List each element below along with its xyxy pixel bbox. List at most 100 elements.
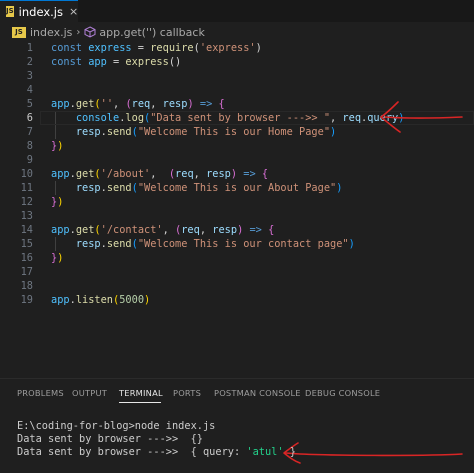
code-line[interactable]: 11 resp.send("Welcome This is our About …: [0, 181, 474, 195]
line-number: 5: [26, 98, 33, 110]
breadcrumb-file[interactable]: index.js: [30, 26, 72, 39]
code-line[interactable]: 3: [0, 69, 474, 83]
code-text: }): [51, 251, 63, 265]
code-token: get: [75, 168, 95, 180]
code-line[interactable]: 12}): [0, 195, 474, 209]
code-token: resp: [212, 224, 238, 236]
line-number: 15: [20, 238, 33, 250]
line-number: 12: [20, 196, 33, 208]
code-token: resp: [75, 182, 101, 194]
code-line[interactable]: 17: [0, 265, 474, 279]
line-number: 14: [20, 224, 33, 236]
code-token: resp: [206, 168, 231, 180]
line-number: 3: [26, 70, 33, 82]
code-token: =>: [243, 224, 269, 236]
tab-terminal[interactable]: TERMINAL: [119, 388, 163, 398]
code-token: '': [100, 98, 114, 110]
code-token: =>: [237, 168, 262, 180]
code-token: {: [218, 98, 225, 110]
close-icon[interactable]: ×: [69, 5, 78, 18]
code-text: console.log("Data sent by browser --->> …: [51, 111, 405, 125]
code-token: =>: [193, 98, 219, 110]
line-number: 19: [20, 294, 33, 306]
javascript-file-icon: JS: [6, 6, 14, 17]
terminal-command-line: E:\coding-for-blog>node index.js: [17, 420, 216, 432]
code-line[interactable]: 1 const express = require('express'): [0, 41, 474, 55]
line-number: 7: [26, 126, 33, 138]
code-token: send: [106, 238, 132, 250]
code-token: ): [348, 238, 355, 250]
code-token: get: [75, 224, 95, 236]
code-line[interactable]: 9: [0, 153, 474, 167]
code-line[interactable]: 4: [0, 83, 474, 97]
code-token: app: [51, 294, 70, 306]
terminal-output[interactable]: E:\coding-for-blog>node index.js Data se…: [17, 420, 296, 459]
line-number: 17: [20, 266, 33, 278]
active-tab-underline: [119, 402, 161, 403]
code-token: ): [398, 112, 405, 124]
code-token: app: [51, 168, 70, 180]
code-line[interactable]: 6 console.log("Data sent by browser --->…: [0, 111, 474, 125]
code-line[interactable]: 8}): [0, 139, 474, 153]
code-line[interactable]: 5 app.get('', (req, resp) => {: [0, 97, 474, 111]
code-token: ,: [150, 98, 163, 110]
tab-problems[interactable]: PROBLEMS: [17, 388, 64, 398]
code-line[interactable]: 18: [0, 279, 474, 293]
code-text: app.get('', (req, resp) => {: [51, 97, 225, 111]
line-number: 6: [26, 112, 33, 124]
code-text: const app = express(): [51, 55, 181, 69]
code-token: 5000: [119, 294, 145, 306]
code-token: send: [106, 182, 132, 194]
code-token: {: [261, 168, 269, 180]
line-number: 9: [26, 154, 33, 166]
code-text: app.get('/contact', (req, resp) => {: [51, 223, 274, 237]
tab-debug-console[interactable]: DEBUG CONSOLE: [305, 388, 380, 398]
code-line[interactable]: 16}): [0, 251, 474, 265]
code-line[interactable]: 2 const app = express(): [0, 55, 474, 69]
code-token: req: [131, 98, 151, 110]
tab-postman-console[interactable]: POSTMAN CONSOLE: [214, 388, 301, 398]
tab-output[interactable]: OUTPUT: [72, 388, 107, 398]
tab-ports[interactable]: PORTS: [173, 388, 201, 398]
code-line[interactable]: 14 app.get('/contact', (req, resp) => {: [0, 223, 474, 237]
code-line[interactable]: 10 app.get('/about', (req, resp) => {: [0, 167, 474, 181]
code-line[interactable]: 15 resp.send("Welcome This is our contac…: [0, 237, 474, 251]
line-number: 1: [26, 42, 33, 54]
breadcrumb-symbol[interactable]: app.get('') callback: [99, 26, 204, 39]
code-text: app.get('/about', (req, resp) => {: [51, 167, 268, 181]
code-token: app: [51, 224, 70, 236]
code-token: resp: [75, 238, 101, 250]
code-token: req: [181, 224, 200, 236]
code-token: console: [75, 112, 120, 124]
code-editor[interactable]: 1 const express = require('express') 2 cons…: [0, 40, 474, 370]
code-token: resp: [162, 98, 188, 110]
line-number: 2: [26, 56, 33, 68]
code-token: app: [51, 98, 70, 110]
code-token: ): [330, 126, 337, 138]
terminal-string-value: 'atul': [246, 446, 284, 458]
tab-index-js[interactable]: JS index.js ×: [0, 0, 78, 22]
code-token: "Welcome This is our contact page": [137, 238, 349, 250]
code-text: resp.send("Welcome This is our contact p…: [51, 237, 355, 251]
javascript-file-icon: JS: [12, 26, 26, 38]
line-number: 8: [26, 140, 33, 152]
editor-tab-bar: JS index.js ×: [0, 0, 474, 22]
code-token: require: [150, 42, 194, 54]
code-token: ,: [162, 224, 176, 236]
code-line[interactable]: 13: [0, 209, 474, 223]
code-token: '/contact': [100, 224, 163, 236]
code-line[interactable]: 19 app.listen(5000): [0, 293, 474, 307]
panel-tab-bar: PROBLEMS OUTPUT TERMINAL PORTS POSTMAN CONSO…: [0, 383, 474, 403]
method-cube-icon: [84, 26, 96, 38]
code-token: ,: [113, 98, 126, 110]
line-number: 10: [20, 168, 33, 180]
code-text: resp.send("Welcome This is our About Pag…: [51, 181, 343, 195]
code-token: ,: [330, 112, 343, 124]
code-text: resp.send("Welcome This is our Home Page…: [51, 125, 336, 139]
code-line[interactable]: 7 resp.send("Welcome This is our Home Pa…: [0, 125, 474, 139]
code-token: get: [75, 98, 95, 110]
